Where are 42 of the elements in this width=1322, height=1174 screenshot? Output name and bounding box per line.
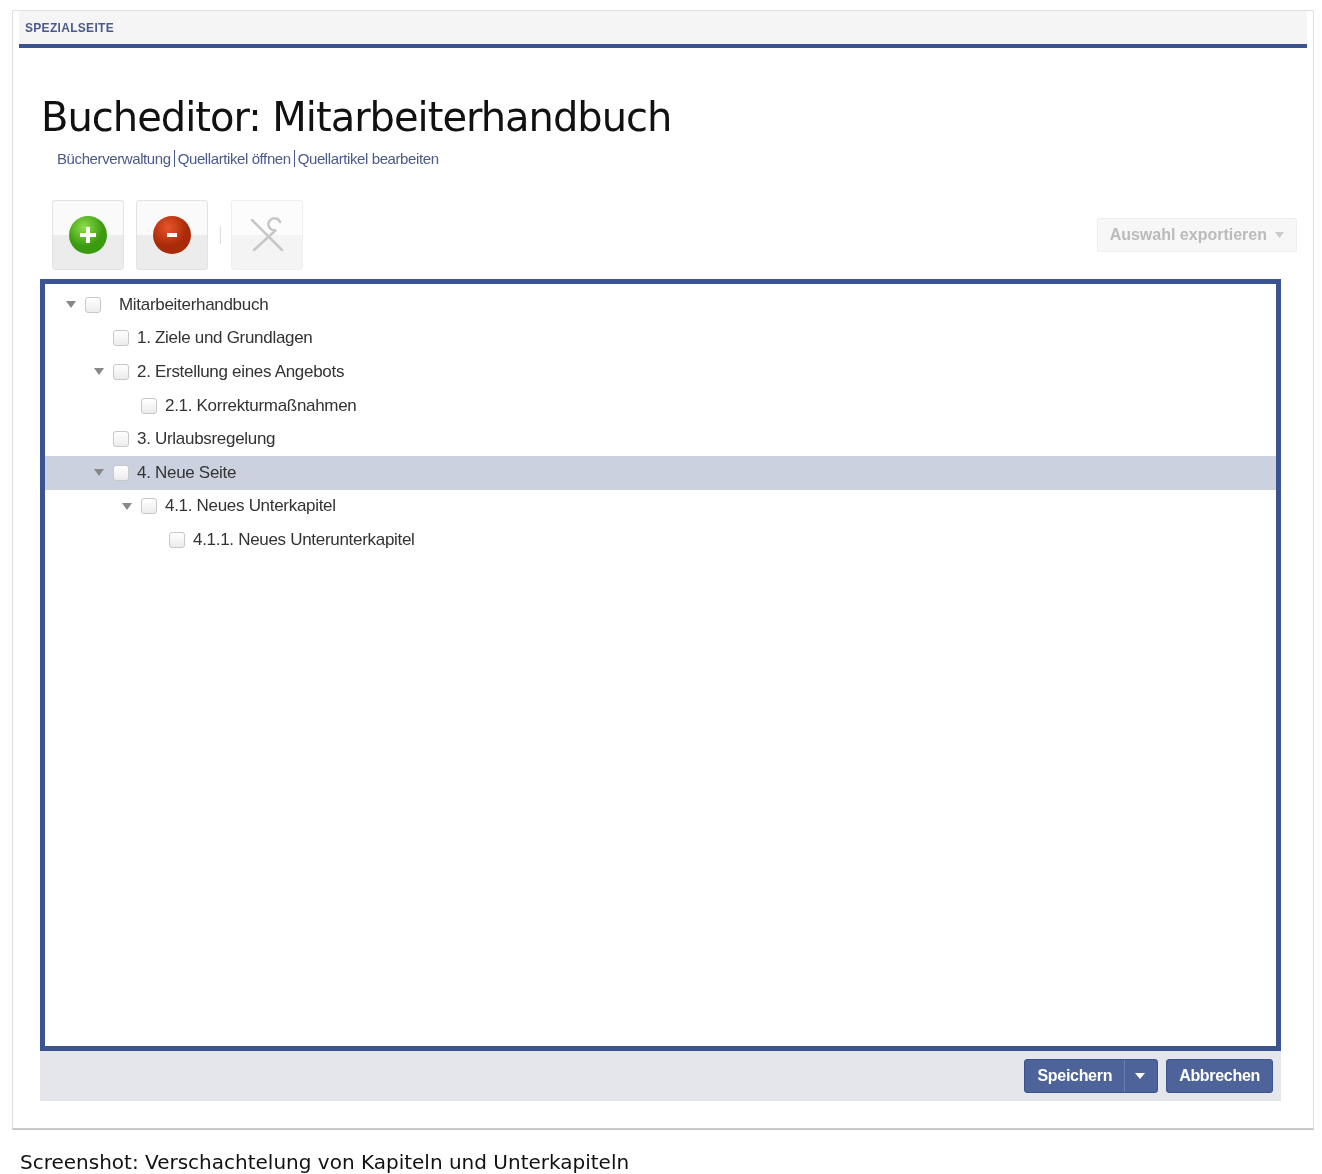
checkbox[interactable] bbox=[113, 431, 129, 448]
caret-icon bbox=[1275, 232, 1284, 238]
tree-item-label: Mitarbeiterhandbuch bbox=[119, 294, 269, 315]
caret-icon[interactable] bbox=[1135, 1073, 1146, 1079]
checkbox[interactable] bbox=[113, 464, 129, 481]
tree-row[interactable]: 2. Erstellung eines Angebots bbox=[45, 355, 1276, 389]
tree-row[interactable]: 3. Urlaubsregelung bbox=[45, 422, 1276, 456]
plus-icon bbox=[68, 215, 108, 255]
link[interactable]: Quellartikel öffnen bbox=[173, 150, 294, 167]
page-title: Bucheditor: Mitarbeiterhandbuch bbox=[41, 94, 673, 140]
tree-item-label: 2. Erstellung eines Angebots bbox=[137, 362, 345, 382]
expanded-caret-icon[interactable] bbox=[94, 469, 104, 477]
checkbox[interactable] bbox=[141, 397, 157, 414]
expanded-caret-icon[interactable] bbox=[94, 368, 104, 376]
tree-item-label: 2.1. Korrekturmaßnahmen bbox=[165, 395, 357, 416]
checkbox[interactable] bbox=[141, 498, 157, 515]
save-button[interactable]: Speichern bbox=[1024, 1059, 1159, 1093]
checkbox[interactable] bbox=[85, 296, 101, 313]
tree-row[interactable]: 4.1.1. Neues Unterunterkapitel bbox=[45, 523, 1276, 557]
tree-row[interactable]: 1. Ziele und Grundlagen bbox=[45, 321, 1276, 356]
tree-row[interactable]: Mitarbeiterhandbuch bbox=[45, 288, 1276, 322]
cancel-button[interactable]: Abbrechen bbox=[1166, 1059, 1273, 1093]
tree-row[interactable]: 2.1. Korrekturmaßnahmen bbox=[45, 388, 1276, 423]
expanded-caret-icon[interactable] bbox=[66, 301, 76, 309]
tree-item-label: 4. Neue Seite bbox=[137, 462, 237, 483]
expanded-caret-icon[interactable] bbox=[122, 502, 132, 510]
checkbox[interactable] bbox=[169, 531, 185, 548]
tree-item-label: 1. Ziele und Grundlagen bbox=[137, 328, 313, 349]
header-label: SPEZIALSEITE bbox=[25, 20, 114, 35]
checkbox[interactable] bbox=[113, 330, 129, 347]
checkbox[interactable] bbox=[113, 364, 129, 380]
minus-icon bbox=[152, 215, 192, 255]
link[interactable]: Quellartikel bearbeiten bbox=[293, 150, 442, 167]
add-button[interactable] bbox=[52, 200, 124, 270]
tree-item-label: 4.1. Neues Unterkapitel bbox=[165, 496, 336, 517]
tree-item-label: 3. Urlaubsregelung bbox=[137, 429, 276, 450]
tree-item-label: 4.1.1. Neues Unterunterkapitel bbox=[193, 529, 415, 550]
tree-row[interactable]: 4.1. Neues Unterkapitel bbox=[45, 489, 1276, 524]
remove-button[interactable] bbox=[136, 200, 208, 270]
tree-row[interactable]: 4. Neue Seite bbox=[45, 455, 1276, 490]
caption: Screenshot: Verschachtelung von Kapiteln und Unterkapiteln bbox=[20, 1150, 631, 1174]
link[interactable]: Bücherverwaltung bbox=[57, 150, 174, 167]
